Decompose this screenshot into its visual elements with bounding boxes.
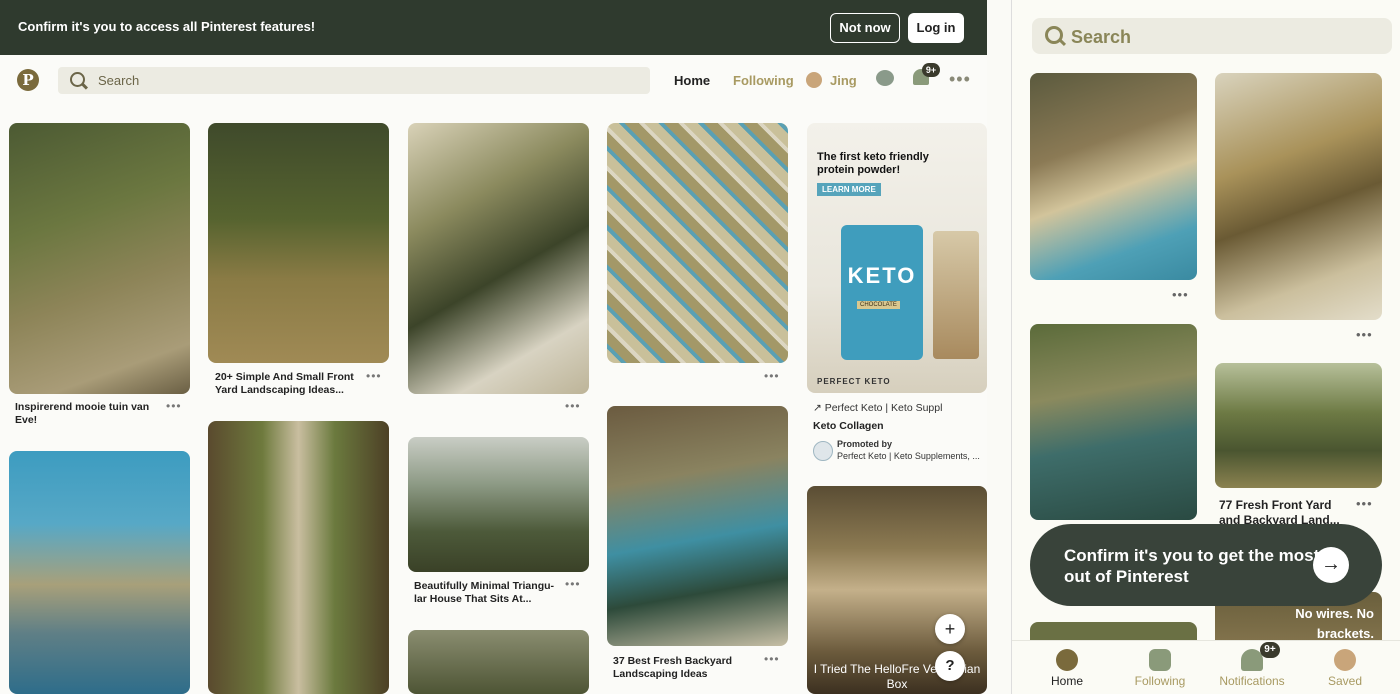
tab-label: Following	[1134, 674, 1186, 688]
nav-following-link[interactable]: Following	[733, 73, 794, 88]
mobile-search-placeholder: Search	[1071, 27, 1132, 47]
toast-text: Confirm it's you to get the most out of …	[1064, 546, 1320, 586]
ad-link[interactable]: ↗ Perfect Keto | Keto Suppl	[813, 402, 942, 414]
pin-more-icon[interactable]: •••	[764, 652, 780, 666]
avatar[interactable]	[806, 72, 822, 88]
log-in-button[interactable]: Log in	[908, 13, 964, 43]
pinterest-logo-icon	[1056, 649, 1078, 671]
banner-text: Confirm it's you to access all Pinterest…	[18, 19, 316, 34]
pin-front-backyard[interactable]	[1215, 363, 1382, 488]
search-placeholder: Search	[98, 73, 140, 88]
ad-brand-tag: PERFECT KETO	[817, 377, 891, 386]
keto-jar: KETO CHOCOLATE	[841, 225, 923, 360]
search-input[interactable]: Search	[58, 67, 650, 94]
promoter-avatar	[813, 441, 833, 461]
pin-more-icon[interactable]: •••	[565, 577, 581, 591]
ad-title[interactable]: Keto Collagen	[813, 420, 884, 433]
notification-badge: 9+	[922, 63, 940, 77]
pin-backyard-pond[interactable]	[607, 406, 788, 646]
pin-singapore[interactable]	[9, 451, 190, 694]
pin-book-lights[interactable]	[1030, 73, 1197, 280]
top-nav: P Search Home Following Jing 9+ •••	[0, 55, 987, 107]
search-icon	[1045, 26, 1063, 44]
ad-headline: The first keto friendly protein powder!	[817, 151, 929, 176]
pin-pergola[interactable]	[408, 123, 589, 394]
pin-tiles[interactable]	[607, 123, 788, 363]
arrow-right-icon[interactable]: →	[1313, 547, 1349, 583]
ad-promoter[interactable]: Perfect Keto | Keto Supplements, ...	[837, 451, 985, 461]
pin-coffee-cup[interactable]	[1215, 73, 1382, 320]
tab-saved[interactable]: Saved	[1300, 643, 1390, 688]
ad-promoted-label: Promoted by	[837, 439, 893, 449]
confirm-toast[interactable]: Confirm it's you to get the most out of …	[1030, 524, 1382, 606]
pin-caption[interactable]: 20+ Simple And Small Front Yard Landscap…	[215, 371, 365, 397]
overlay-text: No wires. No brackets.	[1295, 606, 1374, 641]
jar-label: KETO	[847, 263, 917, 288]
ad-learn-more-button[interactable]: LEARN MORE	[817, 183, 881, 196]
pin-caption[interactable]: Inspirerend mooie tuin van Eve!	[15, 401, 165, 427]
pin-more-icon[interactable]: •••	[1172, 287, 1189, 302]
pin-more-icon[interactable]: •••	[366, 369, 382, 383]
tab-following[interactable]: Following	[1115, 643, 1205, 688]
pin-garden-eve[interactable]	[9, 123, 190, 394]
tab-home[interactable]: Home	[1022, 643, 1112, 688]
add-button[interactable]: +	[935, 614, 965, 644]
pin-more-icon[interactable]: •••	[166, 399, 182, 413]
pin-more-icon[interactable]: •••	[1356, 496, 1373, 511]
pin-waterfall[interactable]	[1030, 324, 1197, 520]
pin-more-icon[interactable]: •••	[565, 399, 581, 413]
tab-label: Home	[1050, 674, 1083, 688]
pin-triangular-house[interactable]	[408, 437, 589, 572]
tab-label: Notifications	[1219, 674, 1285, 688]
desktop-window: Confirm it's you to access all Pinterest…	[0, 0, 987, 694]
not-now-button[interactable]: Not now	[830, 13, 900, 43]
nav-home-link[interactable]: Home	[674, 73, 710, 88]
tab-label: Saved	[1327, 674, 1363, 688]
nav-user-link[interactable]: Jing	[830, 73, 857, 88]
mobile-window: Search ••• ••• 77 Fresh Front Yard and B…	[1011, 0, 1400, 694]
notification-badge: 9+	[1260, 642, 1280, 658]
pin-caption[interactable]: 37 Best Fresh Backyard Landscaping Ideas	[613, 655, 763, 681]
pin-front-yard[interactable]	[208, 123, 389, 363]
pin-vertical-garden[interactable]	[208, 421, 389, 694]
search-icon	[70, 72, 85, 87]
more-icon[interactable]: •••	[949, 69, 971, 90]
chat-icon[interactable]	[876, 70, 894, 86]
help-button[interactable]: ?	[935, 651, 965, 681]
latte-glass	[933, 231, 979, 359]
pin-caption[interactable]: Beautifully Minimal Triangu-lar House Th…	[414, 580, 564, 606]
mobile-search-input[interactable]: Search	[1032, 18, 1392, 54]
mobile-tab-bar: Home Following Notifications Saved	[1012, 640, 1400, 694]
people-icon	[1149, 649, 1171, 671]
pin-keto-ad[interactable]: The first keto friendly protein powder! …	[807, 123, 987, 393]
avatar	[1334, 649, 1356, 671]
confirm-banner: Confirm it's you to access all Pinterest…	[0, 0, 987, 55]
tab-notifications[interactable]: Notifications	[1207, 643, 1297, 688]
pin-trees[interactable]	[408, 630, 589, 694]
pin-more-icon[interactable]: •••	[764, 369, 780, 383]
jar-flavor: CHOCOLATE	[857, 301, 900, 309]
pinterest-logo-icon[interactable]: P	[17, 69, 39, 91]
pin-more-icon[interactable]: •••	[1356, 327, 1373, 342]
